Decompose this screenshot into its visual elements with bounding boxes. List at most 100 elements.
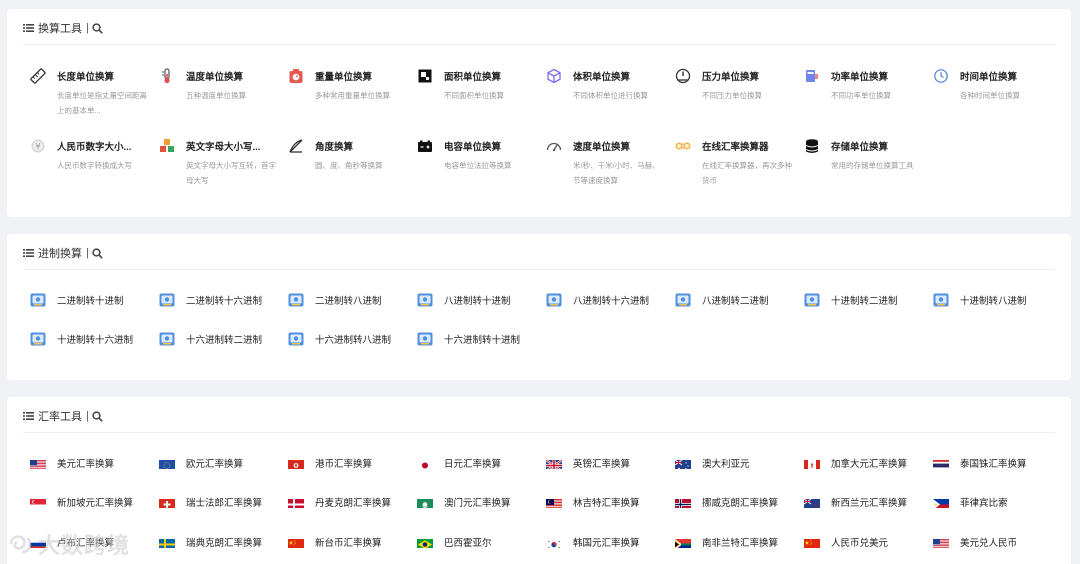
rate-tool-item[interactable]: 瑞典克朗汇率换算 [159,534,262,550]
converter-icon [417,332,433,346]
cn-flag-icon [288,537,304,548]
unit-tool-item[interactable]: 长度单位换算 长度单位是指丈量空间距离上的基本单... [30,68,148,134]
rate-tool-label: 巴西霍亚尔 [444,538,492,549]
search-icon[interactable] [92,410,103,422]
unit-tool-item[interactable]: 重量单位换算多种常用重量单位换算 [288,68,406,134]
rate-tool-label: 美元兑人民币 [960,538,1018,549]
base-tool-label: 十六进制转二进制 [186,335,263,346]
rate-tool-item[interactable]: 加拿大元汇率换算 [804,455,907,471]
divider [23,44,1055,45]
rate-tool-label: 韩国元汇率换算 [573,538,640,549]
rate-tool-item[interactable]: 新台币汇率换算 [288,534,382,550]
base-tool-item[interactable]: 十进制转八进制 [933,292,1027,308]
base-tool-item[interactable]: 八进制转十进制 [417,292,511,308]
converter-icon [288,293,304,307]
rate-tool-item[interactable]: 美元汇率换算 [30,455,114,471]
unit-tool-item[interactable]: 在线汇率换算器在线汇率换算器，再次多种货币 [675,138,793,204]
search-icon[interactable] [92,22,103,34]
unit-tool-item[interactable]: 面积单位换算 不同面积单位换算 [417,68,535,134]
rate-tool-item[interactable]: 菲律宾比索 [933,494,1008,510]
base-tool-item[interactable]: 十六进制转二进制 [159,331,262,347]
converter-icon [546,293,562,307]
rate-tool-item[interactable]: 港币汇率换算 [288,455,372,471]
unit-tool-item[interactable]: 英文字母大小写... 英文字母大小写互转，首字母大写 [159,138,277,204]
hk-flag-icon [288,458,304,469]
section-header-base: 进制换算 | [23,246,103,260]
divider [23,432,1055,433]
rate-tool-item[interactable]: 日元汇率换算 [417,455,501,471]
eu-flag-icon [159,458,175,469]
separator: | [86,410,89,422]
unit-tool-item[interactable]: 温度单位换算 五种温度单位换算 [159,68,277,134]
unit-tool-item[interactable]: 体积单位换算 不同体积单位进行换算 [546,68,664,134]
base-tool-item[interactable]: 二进制转十进制 [30,292,124,308]
rate-tool-label: 澳门元汇率换算 [444,498,511,509]
rate-tool-item[interactable]: 瑞士法郎汇率换算 [159,494,262,510]
unit-tool-item[interactable]: 存储单位换算 常用的存储单位换算工具 [804,138,922,204]
pressure-icon [675,68,691,84]
unit-tool-item[interactable]: 速度单位换算 米/秒、千米/小时、马赫、节等速度换算 [546,138,664,204]
converter-icon [30,332,46,346]
unit-tool-title: 功率单位换算 [831,72,889,83]
converter-icon [159,332,175,346]
rate-tool-item[interactable]: 欧元汇率换算 [159,455,243,471]
rate-tool-item[interactable]: 新加坡元汇率换算 [30,494,133,510]
watermark: 大数跨境 [8,529,130,559]
base-tool-item[interactable]: 二进制转十六进制 [159,292,262,308]
unit-tool-desc: 在线汇率换算器，再次多种货币 [702,161,792,185]
rate-tool-label: 澳大利亚元 [702,459,750,470]
rate-tool-item[interactable]: 新西兰元汇率换算 [804,494,907,510]
rate-tool-label: 新加坡元汇率换算 [57,498,134,509]
converter-icon [288,332,304,346]
rmb-icon: ¥ [30,138,46,154]
rate-tool-item[interactable]: 澳门元汇率换算 [417,494,511,510]
rate-tool-item[interactable]: 美元兑人民币 [933,534,1017,550]
base-tool-item[interactable]: 十进制转十六进制 [30,331,133,347]
jp-flag-icon [417,458,433,469]
cn-flag-icon [804,537,820,548]
rate-tool-item[interactable]: 澳大利亚元 [675,455,750,471]
unit-tool-title: 在线汇率换算器 [702,142,769,153]
rate-tool-item[interactable]: 韩国元汇率换算 [546,534,640,550]
rate-tool-item[interactable]: 巴西霍亚尔 [417,534,492,550]
list-icon [23,412,34,420]
unit-tool-title: 英文字母大小写... [186,142,261,153]
unit-tool-item[interactable]: 电容单位换算 电容单位法拉等换算 [417,138,535,204]
th-flag-icon [933,458,949,469]
au-flag-icon [675,458,691,469]
base-tool-item[interactable]: 八进制转十六进制 [546,292,649,308]
base-tool-item[interactable]: 八进制转二进制 [675,292,769,308]
converter-icon [30,293,46,307]
search-icon[interactable] [92,247,103,259]
unit-tool-item[interactable]: 压力单位换算 不同压力单位换算 [675,68,793,134]
converter-icon [804,293,820,307]
list-icon [23,24,34,32]
unit-tool-title: 温度单位换算 [186,72,244,83]
unit-tool-item[interactable]: 时间单位换算 各种时间单位换算 [933,68,1051,134]
rate-tool-item[interactable]: 人民币兑美元 [804,534,888,550]
my-flag-icon [546,497,562,508]
unit-tool-title: 重量单位换算 [315,72,373,83]
unit-tool-desc: 圆、度、角秒等换算 [315,161,383,170]
base-tool-item[interactable]: 十进制转二进制 [804,292,898,308]
rate-tool-item[interactable]: 丹麦克朗汇率换算 [288,494,391,510]
rate-tool-item[interactable]: 泰国铢汇率换算 [933,455,1027,471]
rate-tool-item[interactable]: 南非兰特汇率换算 [675,534,778,550]
rate-tool-item[interactable]: 英镑汇率换算 [546,455,630,471]
area-icon [417,68,433,84]
section-header-unit: 换算工具 | [23,21,103,35]
unit-tool-desc: 多种常用重量单位换算 [315,91,390,100]
sg-flag-icon [30,497,46,508]
rate-tool-label: 丹麦克朗汇率换算 [315,498,392,509]
base-tool-item[interactable]: 十六进制转八进制 [288,331,391,347]
unit-tool-item[interactable]: ¥ 人民币数字大小... 人民币数字转换成大写 [30,138,148,204]
rate-tool-item[interactable]: 林吉特汇率换算 [546,494,640,510]
unit-tool-item[interactable]: 角度换算 圆、度、角秒等换算 [288,138,406,204]
base-tool-item[interactable]: 二进制转八进制 [288,292,382,308]
rate-tool-item[interactable]: 挪威克朗汇率换算 [675,494,778,510]
mo-flag-icon [417,497,433,508]
unit-tool-item[interactable]: 功率单位换算 不同功率单位换算 [804,68,922,134]
nz-flag-icon [804,497,820,508]
base-tool-item[interactable]: 十六进制转十进制 [417,331,520,347]
section-header-rate: 汇率工具 | [23,409,103,423]
